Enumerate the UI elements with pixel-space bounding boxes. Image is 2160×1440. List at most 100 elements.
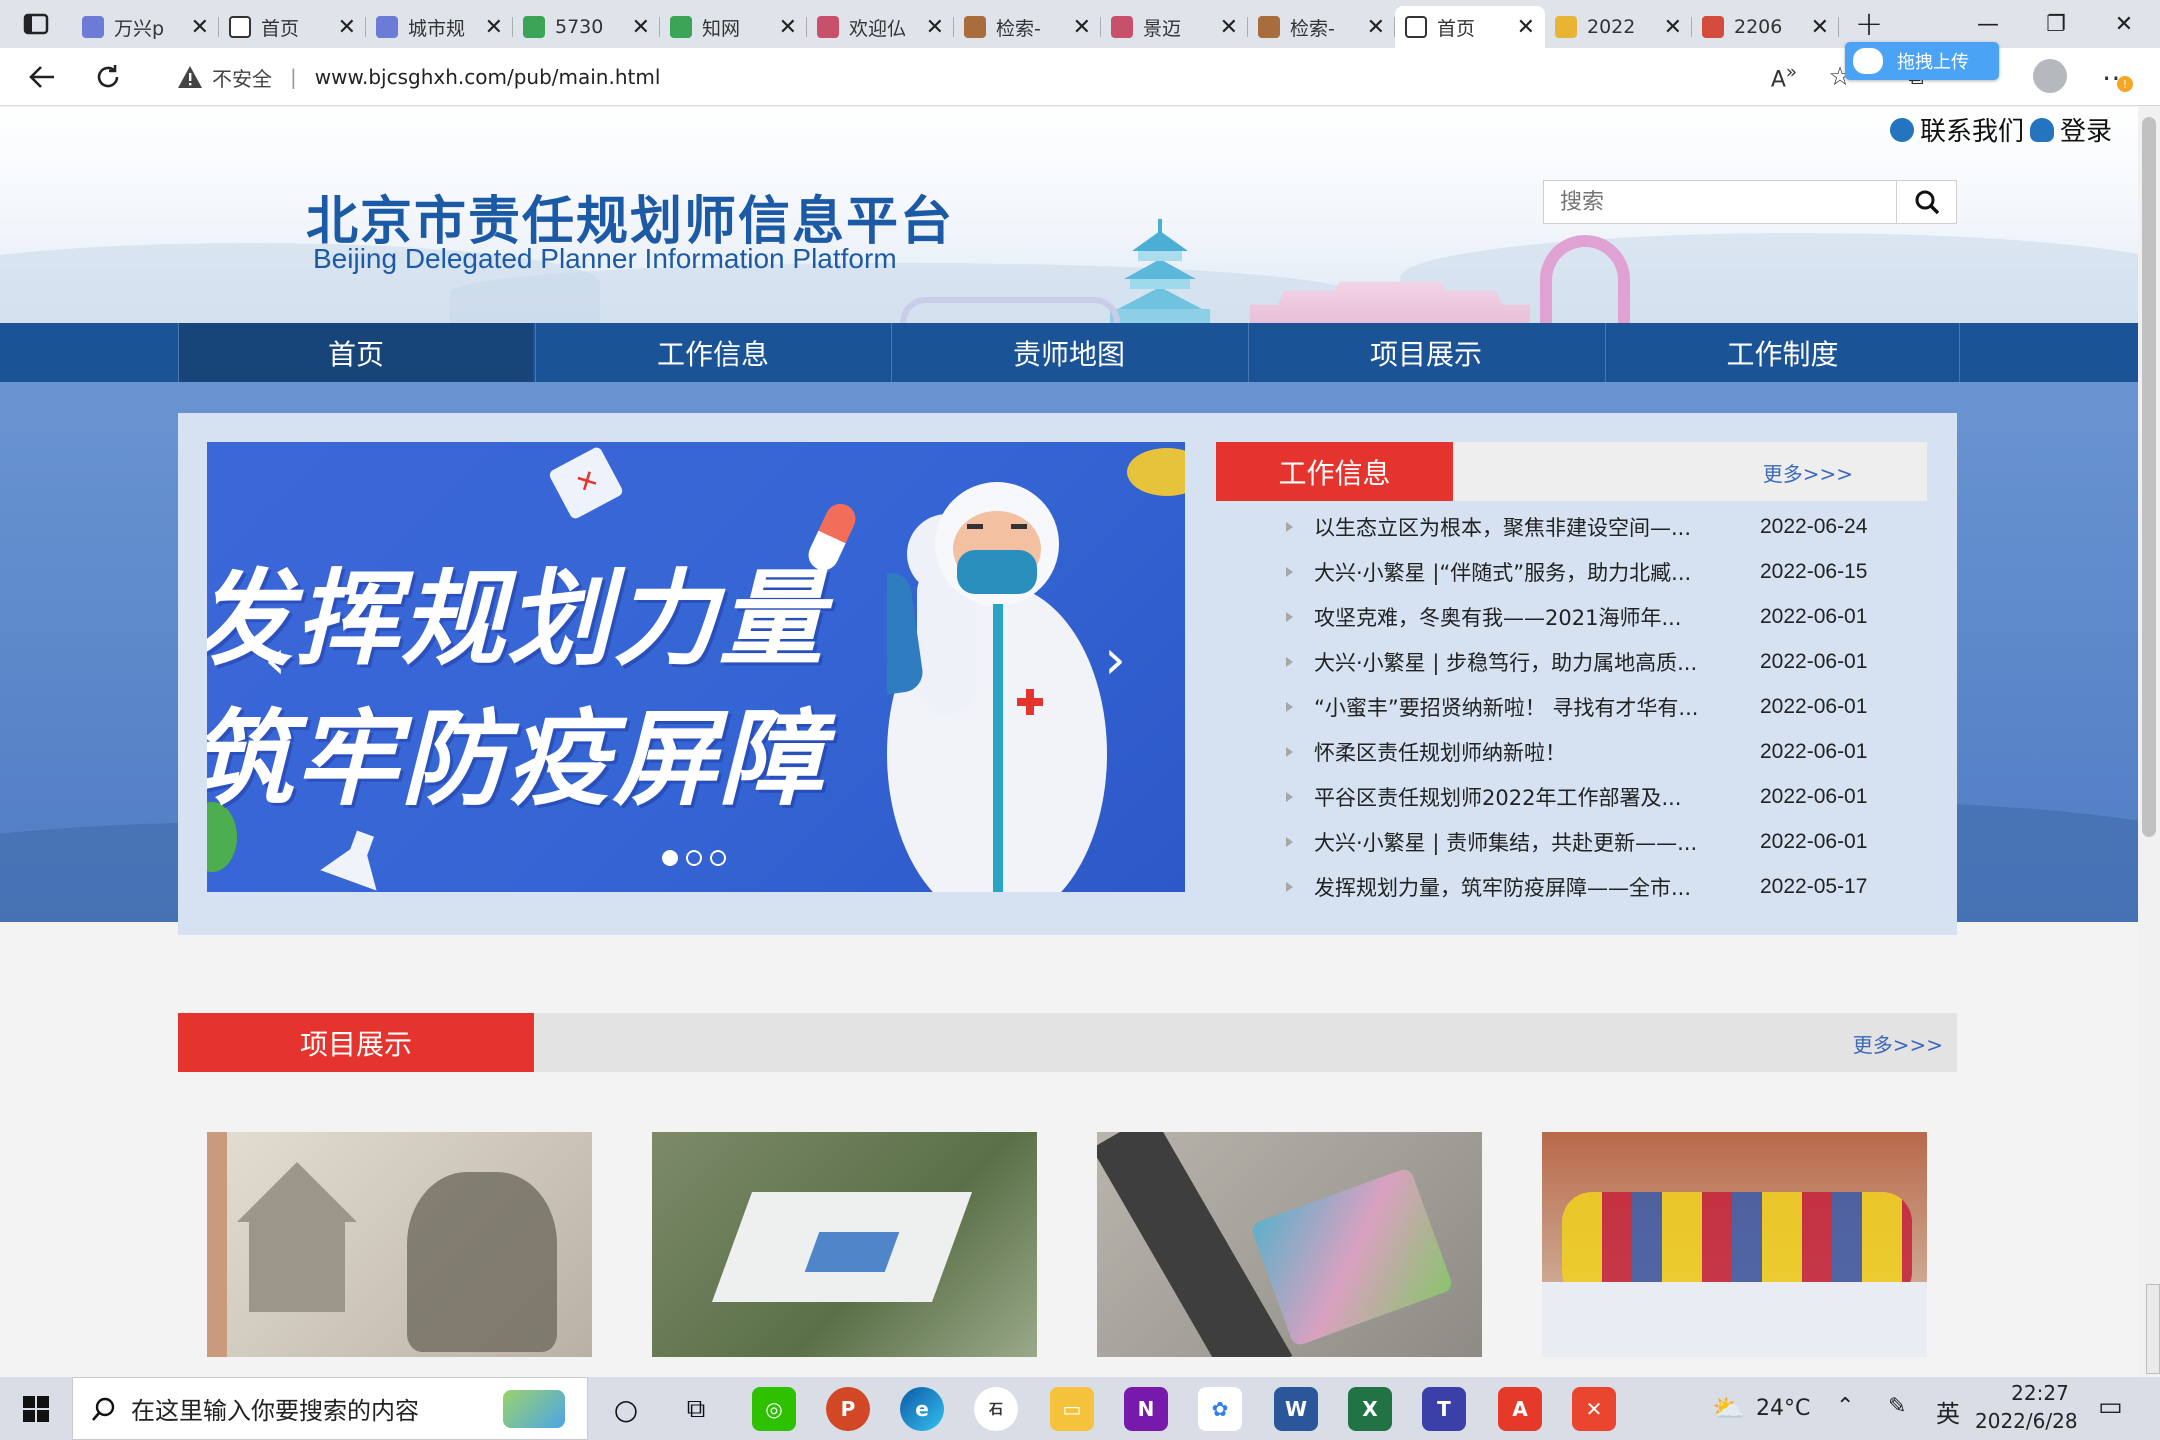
carousel-dot[interactable] — [686, 850, 702, 866]
acrobat-taskbar-icon[interactable]: A — [1498, 1387, 1542, 1431]
browser-tab[interactable]: 知网 ✕ — [660, 6, 807, 48]
nav-item[interactable]: 项目展示 — [1248, 323, 1603, 382]
work-info-item-title[interactable]: 大兴·小繁星 | 责师集结，共赴更新——... — [1314, 827, 1704, 857]
refresh-button[interactable] — [88, 57, 128, 97]
teams-like-taskbar-icon[interactable]: T — [1422, 1387, 1466, 1431]
nav-item[interactable]: 首页 — [178, 323, 533, 382]
browser-tab[interactable]: 欢迎仏 ✕ — [807, 6, 954, 48]
onenote-taskbar-icon[interactable]: N — [1124, 1387, 1168, 1431]
work-info-item-title[interactable]: 大兴·小繁星 |“伴随式”服务，助力北臧... — [1314, 557, 1704, 587]
notification-center-icon[interactable]: ▭ — [2098, 1392, 2123, 1422]
contact-link[interactable]: 联系我们 — [1920, 111, 2024, 148]
browser-tab[interactable]: 首页 ✕ — [1395, 6, 1545, 48]
tray-ime-indicator[interactable]: 英 — [1936, 1394, 1960, 1429]
wechat-taskbar-icon[interactable]: ◎ — [752, 1387, 796, 1431]
browser-tab[interactable]: 景迈 ✕ — [1101, 6, 1248, 48]
work-info-item[interactable]: 以生态立区为根本，聚焦非建设空间—... 2022-06-24 — [1216, 504, 1927, 549]
projects-more-link[interactable]: 更多>>> — [1853, 1029, 1943, 1058]
tab-close-icon[interactable]: ✕ — [485, 15, 503, 40]
site-search-button[interactable] — [1896, 181, 1956, 223]
clock-date[interactable]: 2022/6/28 — [1975, 1409, 2078, 1433]
work-info-item[interactable]: 大兴·小繁星 |“伴随式”服务，助力北臧... 2022-06-15 — [1216, 549, 1927, 594]
browser-tab[interactable]: 检索- ✕ — [1248, 6, 1395, 48]
pen-icon[interactable]: ✎ — [1888, 1394, 1906, 1419]
projects-heading[interactable]: 项目展示 — [178, 1013, 534, 1072]
window-close-button[interactable]: ✕ — [2090, 0, 2158, 48]
nav-item[interactable]: 责师地图 — [891, 323, 1246, 382]
nav-item[interactable]: 工作信息 — [535, 323, 890, 382]
minimize-button[interactable]: — — [1954, 0, 2022, 48]
powerpoint-taskbar-icon[interactable]: P — [826, 1387, 870, 1431]
browser-tab[interactable]: 首页 ✕ — [219, 6, 366, 48]
carousel-next-button[interactable]: › — [1097, 628, 1133, 691]
baidu-netdisk-taskbar-icon[interactable]: ✿ — [1198, 1387, 1242, 1431]
work-info-heading[interactable]: 工作信息 — [1216, 442, 1453, 501]
nav-item[interactable]: 工作制度 — [1605, 323, 1960, 382]
weather-icon[interactable]: ⛅ — [1712, 1394, 1744, 1424]
excel-taskbar-icon[interactable]: X — [1348, 1387, 1392, 1431]
work-info-item[interactable]: 大兴·小繁星 | 责师集结，共赴更新——... 2022-06-01 — [1216, 819, 1927, 864]
taskbar-search[interactable]: 在这里输入你要搜索的内容 — [72, 1377, 588, 1440]
work-info-item[interactable]: 怀柔区责任规划师纳新啦！ 2022-06-01 — [1216, 729, 1927, 774]
side-collapsed-widget[interactable] — [2146, 1284, 2160, 1374]
tab-close-icon[interactable]: ✕ — [1073, 15, 1091, 40]
browser-tab[interactable]: 5730 ✕ — [513, 6, 660, 48]
work-info-item-title[interactable]: 平谷区责任规划师2022年工作部署及... — [1314, 782, 1704, 812]
tab-close-icon[interactable]: ✕ — [779, 15, 797, 40]
wps-taskbar-icon[interactable]: ✕ — [1572, 1387, 1616, 1431]
work-info-item-title[interactable]: 攻坚克难，冬奥有我——2021海师年... — [1314, 602, 1704, 632]
page-scrollbar[interactable] — [2138, 107, 2160, 1377]
drag-upload-button[interactable]: 拖拽上传 — [1845, 42, 1999, 80]
site-search-input[interactable] — [1544, 181, 1896, 223]
tab-close-icon[interactable]: ✕ — [1517, 15, 1535, 40]
tab-close-icon[interactable]: ✕ — [926, 15, 944, 40]
tab-close-icon[interactable]: ✕ — [632, 15, 650, 40]
project-thumb-street[interactable] — [1097, 1132, 1482, 1357]
tab-close-icon[interactable]: ✕ — [338, 15, 356, 40]
file-explorer-taskbar-icon[interactable]: ▭ — [1050, 1387, 1094, 1431]
profile-avatar[interactable] — [2033, 59, 2067, 93]
project-thumb-kids[interactable] — [1542, 1132, 1927, 1357]
work-info-item[interactable]: 发挥规划力量，筑牢防疫屏障——全市... 2022-05-17 — [1216, 864, 1927, 909]
project-thumb-campus[interactable] — [652, 1132, 1037, 1357]
start-button[interactable] — [0, 1377, 72, 1440]
work-info-item-title[interactable]: 以生态立区为根本，聚焦非建设空间—... — [1314, 512, 1704, 542]
tab-close-icon[interactable]: ✕ — [191, 15, 209, 40]
restore-button[interactable]: ❐ — [2022, 0, 2090, 48]
carousel-dot[interactable] — [710, 850, 726, 866]
work-info-item[interactable]: 攻坚克难，冬奥有我——2021海师年... 2022-06-01 — [1216, 594, 1927, 639]
word-taskbar-icon[interactable]: W — [1274, 1387, 1318, 1431]
tab-close-icon[interactable]: ✕ — [1367, 15, 1385, 40]
tab-close-icon[interactable]: ✕ — [1220, 15, 1238, 40]
work-info-item-title[interactable]: 怀柔区责任规划师纳新啦！ — [1314, 737, 1704, 767]
login-link[interactable]: 登录 — [2060, 111, 2112, 148]
work-info-item[interactable]: 平谷区责任规划师2022年工作部署及... 2022-06-01 — [1216, 774, 1927, 819]
edge-taskbar-icon[interactable]: e — [900, 1387, 944, 1431]
work-info-item-title[interactable]: 发挥规划力量，筑牢防疫屏障——全市... — [1314, 872, 1704, 902]
weather-temp[interactable]: 24°C — [1756, 1396, 1810, 1421]
browser-tab[interactable]: 2206 ✕ — [1692, 6, 1839, 48]
banner-carousel[interactable]: ✕ 发挥规划力量 筑牢防疫屏障 ‹ › — [207, 442, 1185, 892]
browser-tab[interactable]: 检索- ✕ — [954, 6, 1101, 48]
work-info-item[interactable]: 大兴·小繁星 | 步稳笃行，助力属地高质... 2022-06-01 — [1216, 639, 1927, 684]
read-aloud-button[interactable]: A» — [1764, 57, 1804, 97]
app-taskbar-icon[interactable]: 石 — [974, 1387, 1018, 1431]
tab-close-icon[interactable]: ✕ — [1664, 15, 1682, 40]
tab-actions-button[interactable] — [0, 0, 72, 48]
work-info-item-title[interactable]: “小蜜丰”要招贤纳新啦！ 寻找有才华有... — [1314, 692, 1704, 722]
scrollbar-thumb[interactable] — [2142, 117, 2156, 837]
tray-expand-icon[interactable]: ⌃ — [1836, 1394, 1854, 1419]
new-tab-button[interactable]: + — [1839, 0, 1899, 48]
clock-time[interactable]: 22:27 — [2000, 1381, 2080, 1405]
tab-close-icon[interactable]: ✕ — [1811, 15, 1829, 40]
browser-tab[interactable]: 城市规 ✕ — [366, 6, 513, 48]
url-field[interactable]: 不安全 | www.bjcsghxh.com/pub/main.html — [150, 55, 1750, 99]
work-info-item-title[interactable]: 大兴·小繁星 | 步稳笃行，助力属地高质... — [1314, 647, 1704, 677]
carousel-prev-button[interactable]: ‹ — [257, 628, 293, 691]
work-info-item[interactable]: “小蜜丰”要招贤纳新啦！ 寻找有才华有... 2022-06-01 — [1216, 684, 1927, 729]
back-button[interactable] — [22, 57, 62, 97]
work-info-more-link[interactable]: 更多>>> — [1763, 458, 1853, 487]
browser-tab[interactable]: 万兴p ✕ — [72, 6, 219, 48]
carousel-dot[interactable] — [662, 850, 678, 866]
cortana-button[interactable]: ○ — [604, 1387, 648, 1431]
